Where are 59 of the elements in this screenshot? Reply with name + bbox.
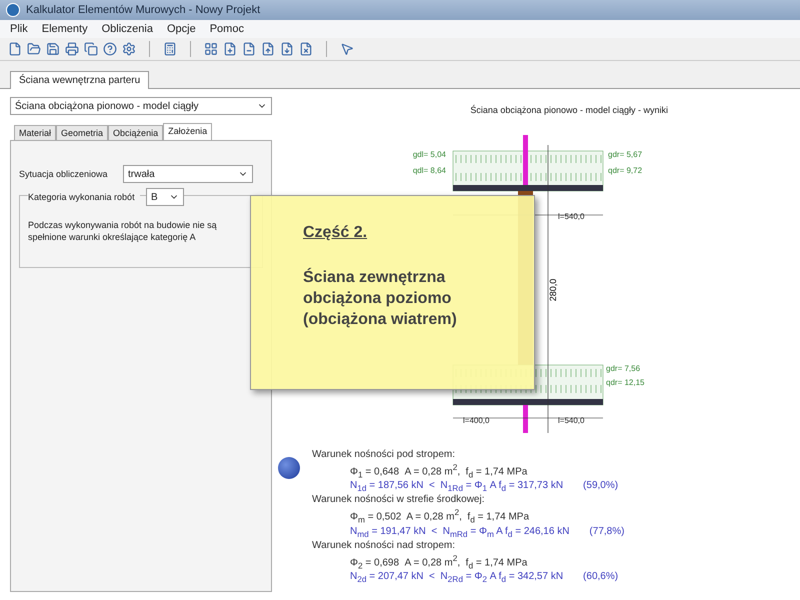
note-body: Ściana zewnętrzna obciążona poziomo (obciążona wiatrem) [303, 268, 458, 330]
formula-text: N$_{1d}$ = 187,56 kN < N$_{1Rd}$ = Φ$_{1}$ A f$_{d}$ = 317,73 kN [350, 480, 564, 494]
formula-text: N$_{md}$ = 191,47 kN < N$_{mRd}$ = Φ$_{m}$ A f$_{d}$ = 246,16 kN [350, 526, 570, 540]
dimension-label: l=400,0 [463, 416, 490, 425]
grid-icon[interactable] [204, 42, 218, 56]
menu-item[interactable]: Opcje [166, 23, 196, 35]
formula-text: N$_{2d}$ = 207,47 kN < N$_{2Rd}$ = Φ$_{2}$ A f$_{d}$ = 342,57 kN [350, 570, 564, 585]
help-icon[interactable] [103, 42, 117, 56]
utilization-percent: (77,8%) [589, 526, 624, 539]
situation-dropdown[interactable]: trwała [123, 165, 253, 183]
utilization-percent: (60,6%) [583, 570, 618, 584]
diagram-title: Ściana obciążona pionowo - model ciągły - wyniki [470, 105, 668, 115]
note-heading: Część 2. [303, 224, 368, 242]
load-label: qdl= 8,64 [412, 166, 446, 175]
menu-item[interactable]: Pomoc [210, 23, 244, 35]
folder-icon[interactable] [27, 42, 41, 56]
condition-heading: Warunek nośności pod stropem: [312, 449, 456, 461]
load-label: qdr= 9,72 [608, 166, 642, 175]
load-label: gdr= 7,56 [606, 364, 640, 373]
category-description: Podczas wykonywania robót na budowie nie są spełnione warunki określające kategorię A [28, 220, 218, 244]
load-label: qdr= 12,15 [606, 378, 644, 387]
load-label: gdr= 5,67 [608, 150, 642, 159]
formula-text: Φ$_{2}$ = 0,698 A = 0,28 m$^{2}$, f$_{d}$ = 1,74 MPa [350, 552, 528, 571]
file-up-icon[interactable] [261, 42, 275, 56]
settings-tab[interactable]: Materiał [14, 125, 56, 140]
settings-tab[interactable]: Założenia [163, 123, 212, 140]
pointer-icon[interactable] [340, 42, 354, 56]
window-title: Kalkulator Elementów Murowych - Nowy Projekt [26, 4, 260, 16]
load-label: gdl= 5,04 [412, 150, 446, 159]
menu-item[interactable]: Plik [10, 23, 28, 35]
save-icon[interactable] [46, 42, 60, 56]
calculator-icon[interactable] [163, 42, 177, 56]
settings-tab[interactable]: Geometria [56, 125, 108, 140]
menu-item[interactable]: Elementy [42, 23, 88, 35]
document-tab[interactable]: Ściana wewnętrzna parteru [10, 71, 150, 89]
formula-text: Φ$_{m}$ = 0,502 A = 0,28 m$^{2}$, f$_{d}$ = 1,74 MPa [350, 506, 530, 526]
category-dropdown[interactable]: B [146, 188, 184, 206]
menu-item[interactable]: Obliczenia [102, 23, 153, 35]
field-label: Sytuacja obliczeniowa [19, 169, 109, 179]
settings-tab[interactable]: Obciążenia [108, 125, 164, 140]
app-icon [6, 3, 20, 17]
condition-heading: Warunek nośności nad stropem: [312, 540, 456, 552]
formula-text: Φ$_{1}$ = 0,648 A = 0,28 m$^{2}$, f$_{d}$ = 1,74 MPa [350, 461, 528, 480]
printer-icon[interactable] [65, 42, 79, 56]
field-label: Kategoria wykonania robót [28, 192, 140, 202]
info-icon [278, 457, 300, 479]
new-file-icon[interactable] [8, 42, 22, 56]
settings-icon[interactable] [122, 42, 136, 56]
condition-heading: Warunek nośności w strefie środkowej: [312, 494, 484, 506]
file-add-icon[interactable] [223, 42, 237, 56]
dimension-label: 280,0 [548, 278, 558, 302]
dimension-label: l=540,0 [558, 212, 584, 221]
copy-icon[interactable] [84, 42, 98, 56]
dimension-label: l=540,0 [558, 416, 584, 425]
file-remove-icon[interactable] [242, 42, 256, 56]
model-dropdown[interactable]: Ściana obciążona pionowo - model ciągły [10, 97, 272, 115]
file-delete-icon[interactable] [299, 42, 313, 56]
file-down-icon[interactable] [280, 42, 294, 56]
utilization-percent: (59,0%) [583, 480, 618, 494]
